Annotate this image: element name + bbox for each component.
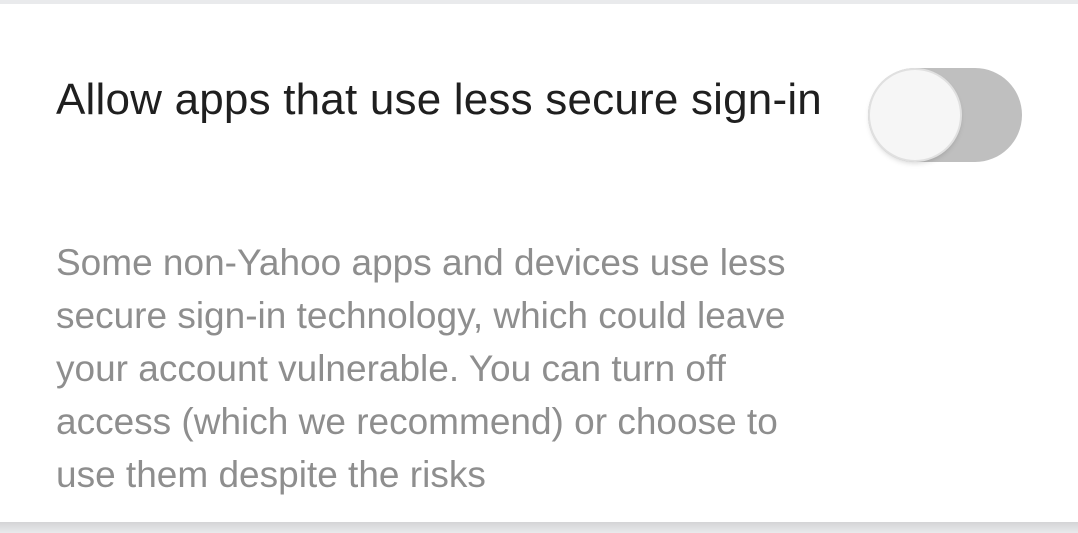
setting-description: Some non-Yahoo apps and devices use less… — [56, 242, 786, 495]
less-secure-sign-in-toggle[interactable] — [868, 68, 1022, 162]
bottom-divider — [0, 522, 1078, 533]
setting-title: Allow apps that use less secure sign-in — [56, 75, 822, 124]
toggle-knob — [870, 70, 960, 160]
settings-screen: Allow apps that use less secure sign-in … — [0, 0, 1078, 533]
less-secure-sign-in-setting: Allow apps that use less secure sign-in … — [0, 4, 1078, 522]
